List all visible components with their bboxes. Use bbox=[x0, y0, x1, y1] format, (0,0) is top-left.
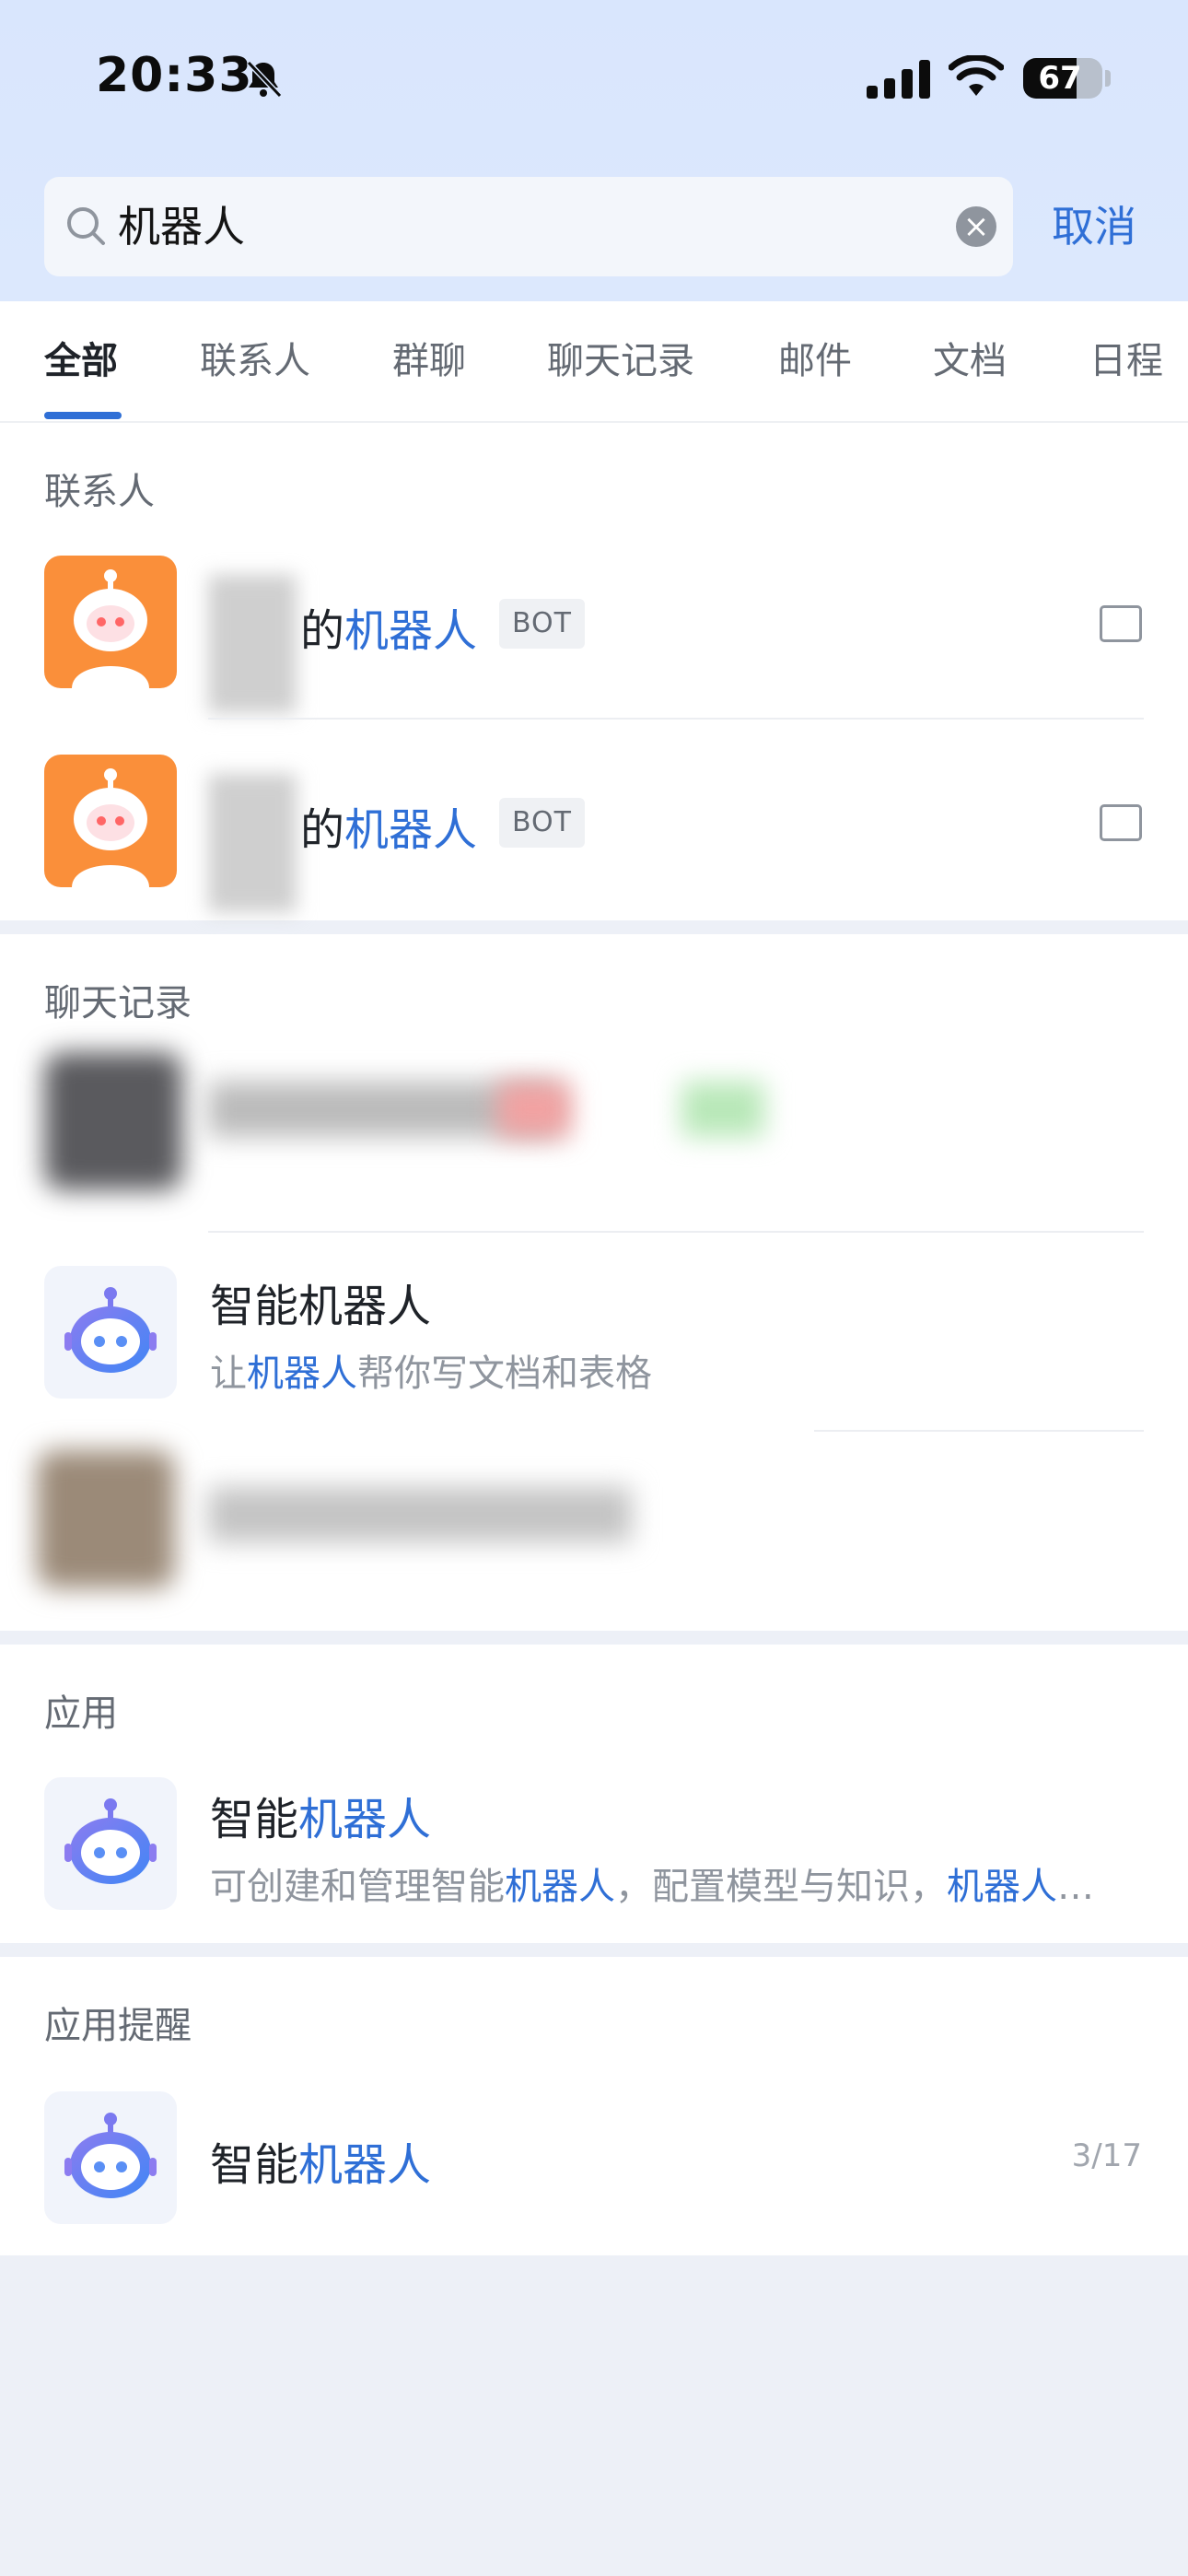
redacted-text bbox=[497, 1082, 571, 1137]
divider bbox=[814, 1430, 1144, 1432]
section-title-apps: 应用 bbox=[44, 1692, 118, 1735]
cancel-button[interactable]: 取消 bbox=[1052, 177, 1136, 276]
robot-icon bbox=[72, 569, 149, 688]
apps-section: 应用 智能机器人 可创建和管理智能机器人，配置模型与知识，机器人… bbox=[0, 1645, 1188, 1943]
app-desc-part2: ，配置模型与知识， bbox=[615, 1866, 947, 1908]
reminder-title: 智能机器人 bbox=[210, 2128, 431, 2193]
search-input[interactable]: 机器人 × bbox=[44, 177, 1013, 276]
contact-name: 的机器人 bbox=[300, 793, 477, 858]
tab-calendar[interactable]: 日程 bbox=[1089, 301, 1163, 421]
section-title-contacts: 联系人 bbox=[44, 471, 155, 513]
contact-name-highlight: 机器人 bbox=[344, 605, 478, 657]
reminder-title-prefix: 智能 bbox=[210, 2139, 299, 2191]
clear-search-icon[interactable]: × bbox=[956, 206, 996, 247]
tab-contacts[interactable]: 联系人 bbox=[200, 301, 310, 421]
robot-avatar bbox=[44, 755, 177, 887]
cellular-signal-icon bbox=[867, 60, 930, 99]
bot-badge: BOT bbox=[499, 599, 585, 649]
tab-groups[interactable]: 群聊 bbox=[392, 301, 466, 421]
contact-name: 的机器人 bbox=[300, 594, 477, 659]
tab-mail[interactable]: 邮件 bbox=[778, 301, 852, 421]
contact-name-suffix: 的 bbox=[300, 605, 345, 657]
redacted-name bbox=[208, 774, 297, 912]
reminder-date: 3/17 bbox=[1071, 2137, 1142, 2174]
snippet-prefix: 让 bbox=[210, 1352, 247, 1395]
robot-icon bbox=[64, 1287, 157, 1373]
reminder-title-highlight: 机器人 bbox=[298, 2139, 432, 2191]
redacted-avatar bbox=[37, 1450, 175, 1588]
section-title-app-reminders: 应用提醒 bbox=[44, 2005, 192, 2047]
smart-robot-avatar bbox=[44, 2091, 177, 2224]
smart-robot-avatar bbox=[44, 1266, 177, 1399]
app-title: 智能机器人 bbox=[210, 1783, 431, 1847]
search-icon bbox=[67, 207, 105, 245]
battery-tip bbox=[1105, 70, 1111, 87]
tab-all[interactable]: 全部 bbox=[44, 301, 118, 421]
search-query[interactable]: 机器人 bbox=[118, 177, 245, 276]
contact-name-suffix: 的 bbox=[300, 804, 345, 856]
snippet-suffix: 帮你写文档和表格 bbox=[357, 1352, 652, 1395]
snippet-highlight: 机器人 bbox=[247, 1352, 357, 1395]
header: 20:33 67 机器人 × 取消 bbox=[0, 0, 1188, 301]
chat-record-title: 智能机器人 bbox=[210, 1281, 432, 1332]
active-tab-indicator bbox=[44, 412, 122, 419]
contact-name-highlight: 机器人 bbox=[344, 804, 478, 856]
app-description: 可创建和管理智能机器人，配置模型与知识，机器人… bbox=[210, 1856, 1094, 1910]
app-title-prefix: 智能 bbox=[210, 1794, 299, 1845]
redacted-avatar bbox=[44, 1052, 182, 1190]
chat-records-section: 聊天记录 智能机器人 让机器人帮你写文档和表格 bbox=[0, 934, 1188, 1631]
bot-badge: BOT bbox=[499, 798, 585, 848]
wifi-icon bbox=[949, 55, 1004, 96]
tab-docs[interactable]: 文档 bbox=[933, 301, 1007, 421]
redacted-text bbox=[208, 1487, 632, 1542]
bell-slash-icon bbox=[246, 60, 283, 99]
battery-percent: 67 bbox=[1038, 60, 1082, 97]
battery-icon: 67 bbox=[1023, 58, 1102, 99]
app-desc-highlight2: 机器人 bbox=[947, 1866, 1057, 1908]
app-reminders-section: 应用提醒 智能机器人 3/17 bbox=[0, 1957, 1188, 2255]
section-title-chat-records: 聊天记录 bbox=[44, 982, 192, 1025]
smart-robot-avatar bbox=[44, 1777, 177, 1910]
chat-record-snippet: 让机器人帮你写文档和表格 bbox=[210, 1343, 652, 1397]
contacts-section: 联系人 的机器人 BOT 的机器人 BOT bbox=[0, 423, 1188, 920]
contact-card-icon[interactable] bbox=[1100, 804, 1142, 841]
app-desc-part1: 可创建和管理智能 bbox=[210, 1866, 505, 1908]
robot-avatar bbox=[44, 556, 177, 688]
status-time: 20:33 bbox=[96, 48, 253, 103]
app-desc-highlight1: 机器人 bbox=[505, 1866, 615, 1908]
robot-icon bbox=[64, 2113, 157, 2198]
redacted-text bbox=[681, 1082, 764, 1137]
robot-icon bbox=[72, 768, 149, 887]
redacted-name bbox=[208, 575, 297, 713]
app-title-highlight: 机器人 bbox=[298, 1794, 432, 1845]
divider bbox=[208, 1231, 1144, 1233]
app-desc-ellipsis: … bbox=[1057, 1866, 1094, 1908]
search-category-tabs: 全部 联系人 群聊 聊天记录 邮件 文档 日程 bbox=[0, 301, 1188, 423]
robot-icon bbox=[64, 1798, 157, 1884]
tab-chat-records[interactable]: 聊天记录 bbox=[547, 301, 694, 421]
contact-card-icon[interactable] bbox=[1100, 605, 1142, 642]
divider bbox=[208, 718, 1144, 720]
